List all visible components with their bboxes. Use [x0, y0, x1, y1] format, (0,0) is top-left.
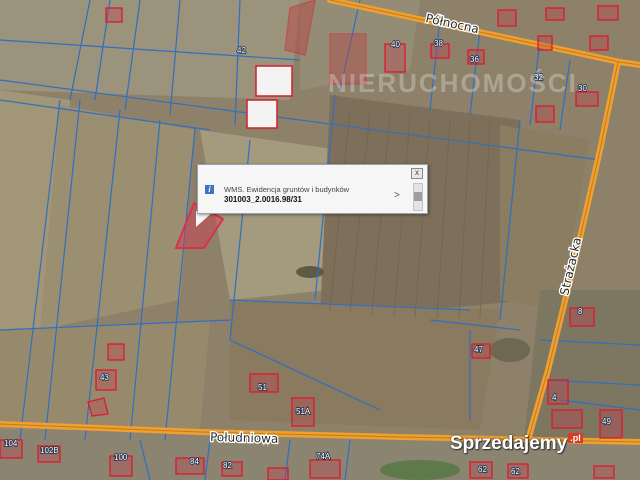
- parcel-label: 49: [602, 417, 611, 426]
- parcel-label: 38: [434, 39, 443, 48]
- parcel-label: 102B: [40, 446, 59, 455]
- popup-scrollbar[interactable]: [413, 183, 423, 211]
- road-label-poludniowa: Południowa: [210, 430, 279, 446]
- brand-name: Sprzedajemy: [450, 433, 568, 454]
- parcel-label: 43: [100, 373, 109, 382]
- parcel-label: 104: [4, 439, 18, 448]
- parcel-label: 84: [190, 457, 199, 466]
- info-icon: i: [205, 185, 214, 194]
- close-icon[interactable]: x: [411, 168, 423, 179]
- parcel-id-value: 301003_2.0016.98/31: [224, 195, 302, 204]
- parcel-label: 47: [474, 345, 483, 354]
- parcel-label: 40: [391, 40, 400, 49]
- parcel-label: 62: [478, 465, 487, 474]
- road-label-polnocna: Północna: [424, 11, 480, 36]
- next-arrow-icon[interactable]: >: [394, 190, 400, 201]
- parcel-label: 42: [237, 46, 246, 55]
- parcel-label: 8: [578, 307, 583, 316]
- scrollbar-thumb[interactable]: [414, 192, 422, 201]
- parcel-label: 30: [578, 84, 587, 93]
- parcel-label: 100: [114, 453, 128, 462]
- parcel-label: 62: [511, 467, 520, 476]
- road-label-strazacka: Strażacka: [557, 236, 584, 297]
- parcel-label: 4: [552, 393, 557, 402]
- feature-info-popup: x i WMS. Ewidencja gruntów i budynków 30…: [197, 164, 428, 214]
- parcel-label: 74A: [316, 452, 331, 461]
- parcel-label: 36: [470, 55, 479, 64]
- map-view[interactable]: Północna Strażacka Południowa 42 40 38 3…: [0, 0, 640, 480]
- brand-logo: Sprzedajemy .pl: [450, 433, 583, 455]
- parcel-label: 82: [223, 461, 232, 470]
- brand-tld: .pl: [568, 433, 583, 443]
- parcel-label: 51A: [296, 407, 311, 416]
- watermark: NIERUCHOMOŚCI: [328, 68, 578, 98]
- popup-layer-title: WMS. Ewidencja gruntów i budynków: [224, 185, 350, 194]
- parcel-label: 51: [258, 383, 267, 392]
